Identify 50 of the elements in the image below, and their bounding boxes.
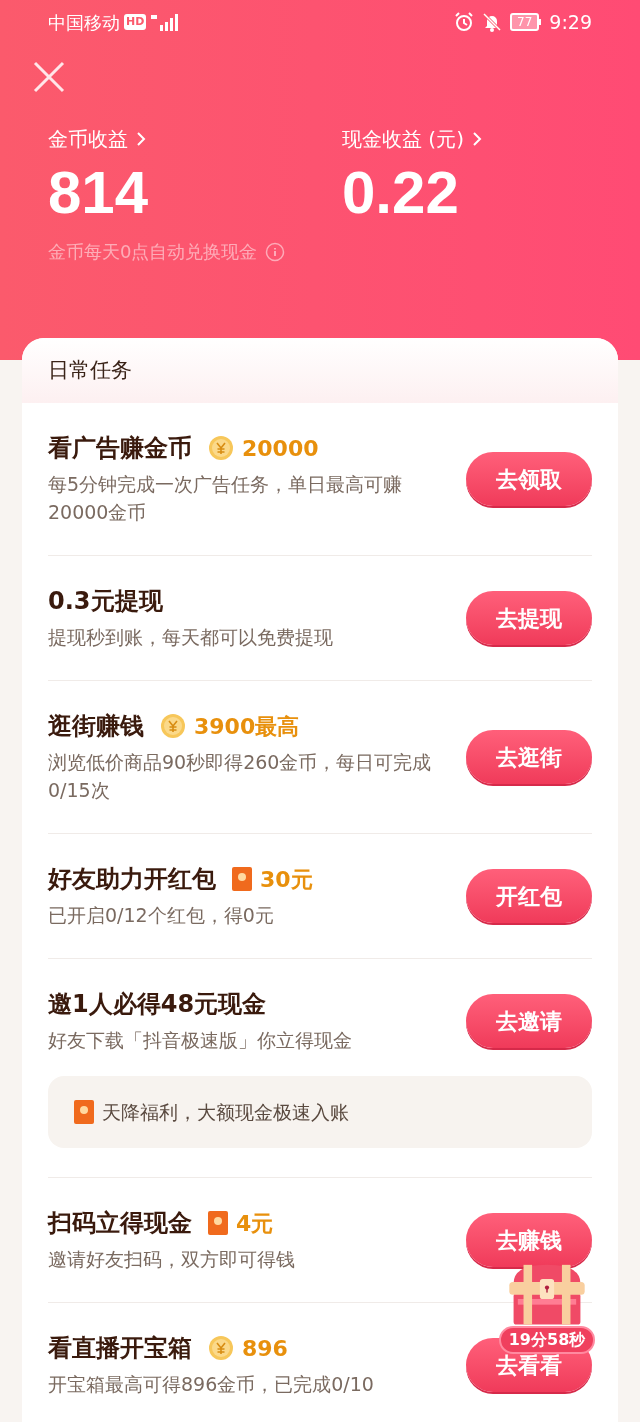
earnings-value: 814 — [48, 158, 150, 228]
coin-icon — [160, 713, 186, 739]
signal-icon — [150, 13, 181, 31]
clock-time: 9:29 — [549, 9, 592, 35]
battery-icon: 77 — [510, 13, 542, 31]
task-button[interactable]: 去邀请 — [466, 994, 592, 1048]
envelope-icon — [232, 867, 252, 891]
task-description: 开宝箱最高可得896金币，已完成0/10 — [48, 1372, 375, 1397]
task-button[interactable]: 去赚钱 — [466, 1213, 592, 1267]
earnings-label[interactable]: 现金收益 (元) — [342, 124, 464, 154]
reward-amount: 3900最高 — [194, 712, 300, 741]
task-button[interactable]: 去提现 — [466, 591, 592, 645]
task-title: 扫码立得现金 — [48, 1208, 192, 1239]
envelope-icon — [74, 1100, 94, 1124]
bell-off-icon — [482, 12, 503, 32]
close-icon[interactable] — [32, 60, 66, 94]
earnings-label[interactable]: 金币收益 — [48, 124, 128, 154]
exchange-note: 金币每天0点自动兑换现金 — [48, 240, 258, 264]
task-button[interactable]: 开红包 — [466, 869, 592, 923]
envelope-icon — [208, 1211, 228, 1235]
task-title: 逛街赚钱 — [48, 711, 144, 742]
task-button[interactable]: 去逛街 — [466, 730, 592, 784]
chevron-right-icon[interactable] — [136, 131, 146, 147]
reward-amount: 4元 — [236, 1209, 274, 1238]
task-description: 提现秒到账，每天都可以免费提现 — [48, 625, 334, 650]
task-title: 0.3元提现 — [48, 586, 163, 617]
task-description: 每5分钟完成一次广告任务，单日最高可赚20000金币 — [48, 472, 404, 525]
task-title: 邀1人必得48元现金 — [48, 989, 267, 1020]
task-button[interactable]: 去领取 — [466, 452, 592, 506]
timer-badge: 19分58秒 — [498, 1326, 596, 1354]
task-description: 邀请好友扫码，双方即可得钱 — [48, 1247, 296, 1272]
reward-amount: 896 — [242, 1334, 288, 1363]
coin-icon — [208, 435, 234, 461]
notice-text: 天降福利，大额现金极速入账 — [102, 1099, 349, 1125]
task-description: 浏览低价商品90秒即得260金币，每日可完成0/15次 — [48, 750, 433, 803]
task-title: 看广告赚金币 — [48, 433, 192, 464]
reward-amount: 20000 — [242, 434, 319, 463]
coin-icon — [208, 1335, 234, 1361]
reward-amount: 30元 — [260, 865, 313, 894]
hd-badge: HD — [124, 14, 147, 30]
task-description: 已开启0/12个红包，得0元 — [48, 903, 275, 928]
info-icon[interactable] — [265, 241, 286, 262]
task-title: 好友助力开红包 — [48, 864, 216, 895]
task-description: 好友下载「抖音极速版」你立得现金 — [48, 1028, 353, 1053]
section-title: 日常任务 — [48, 356, 132, 384]
alarm-icon — [454, 12, 475, 32]
task-title: 看直播开宝箱 — [48, 1333, 192, 1364]
carrier-name: 中国移动 — [48, 10, 120, 35]
chevron-right-icon[interactable] — [471, 131, 482, 147]
earnings-value: 0.22 — [342, 158, 460, 228]
